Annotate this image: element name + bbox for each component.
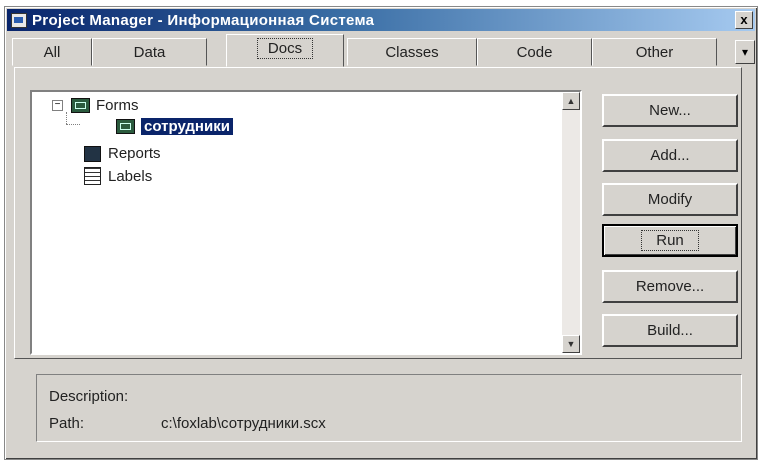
- tab-data[interactable]: Data: [92, 38, 207, 66]
- tree-connector: [66, 112, 67, 124]
- vertical-scrollbar[interactable]: ▲ ▼: [562, 92, 580, 353]
- collapse-icon[interactable]: −: [52, 100, 63, 111]
- form-file-icon: [116, 119, 135, 134]
- tab-label: Data: [133, 43, 166, 61]
- remove-button[interactable]: Remove...: [602, 270, 738, 303]
- tab-docs[interactable]: Docs: [226, 34, 344, 67]
- button-label: Remove...: [635, 278, 705, 295]
- scroll-up-arrow-icon[interactable]: ▲: [562, 92, 580, 110]
- scroll-down-arrow-icon[interactable]: ▼: [562, 335, 580, 353]
- tree-node-label: Labels: [108, 167, 153, 185]
- tab-all[interactable]: All: [12, 38, 92, 66]
- new-button[interactable]: New...: [602, 94, 738, 127]
- close-button[interactable]: x: [735, 11, 753, 29]
- tree-node-forms[interactable]: − Forms: [52, 97, 139, 114]
- build-button[interactable]: Build...: [602, 314, 738, 347]
- project-icon: [11, 12, 27, 28]
- tab-code[interactable]: Code: [477, 38, 592, 66]
- tab-dropdown-button[interactable]: ▾: [735, 40, 755, 64]
- tab-label: Other: [635, 43, 674, 61]
- button-label: Build...: [647, 322, 693, 339]
- add-button[interactable]: Add...: [602, 139, 738, 172]
- details-panel: Description: Path: c:\foxlab\сотрудники.…: [36, 374, 742, 442]
- path-value: c:\foxlab\сотрудники.scx: [161, 415, 326, 432]
- project-tree[interactable]: ▲ ▼: [30, 90, 582, 355]
- description-label: Description:: [49, 388, 129, 405]
- path-label: Path:: [49, 415, 85, 432]
- tree-node-reports[interactable]: Reports: [84, 145, 161, 162]
- tab-strip: All Data Docs Classes Code Other ▾: [12, 34, 755, 68]
- tree-node-form-item[interactable]: сотрудники: [116, 117, 234, 136]
- window-title: Project Manager - Информационная Система: [32, 11, 375, 29]
- tree-node-label: Reports: [108, 145, 161, 162]
- button-label: Add...: [650, 147, 690, 164]
- tab-other[interactable]: Other: [592, 38, 717, 66]
- button-label: Modify: [647, 191, 693, 208]
- button-label: New...: [649, 102, 691, 119]
- tab-label: Code: [516, 43, 553, 61]
- tab-label: Classes: [385, 43, 439, 61]
- tab-classes[interactable]: Classes: [347, 38, 477, 66]
- button-label: Run: [641, 230, 699, 251]
- tree-connector: [66, 124, 80, 125]
- title-bar[interactable]: Project Manager - Информационная Система…: [7, 9, 755, 31]
- tree-node-label: сотрудники: [140, 117, 234, 136]
- tab-label: All: [43, 43, 61, 61]
- modify-button[interactable]: Modify: [602, 183, 738, 216]
- tree-node-label: Forms: [96, 97, 139, 114]
- run-button[interactable]: Run: [602, 224, 738, 257]
- tab-label: Docs: [256, 38, 314, 59]
- forms-icon: [71, 98, 90, 113]
- tree-node-labels[interactable]: Labels: [84, 167, 152, 185]
- labels-icon: [84, 167, 101, 185]
- reports-icon: [84, 145, 101, 162]
